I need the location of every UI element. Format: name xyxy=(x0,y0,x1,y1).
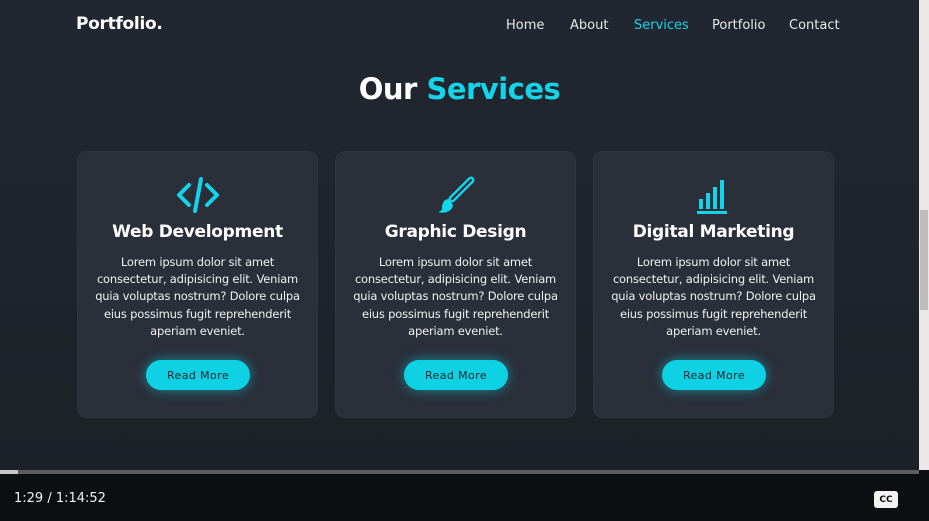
closed-captions-button[interactable]: CC xyxy=(874,491,898,508)
code-icon xyxy=(77,175,318,215)
service-card-digital-marketing: Digital Marketing Lorem ipsum dolor sit … xyxy=(593,151,834,418)
video-time-display: 1:29 / 1:14:52 xyxy=(14,491,106,506)
heading-accent: Services xyxy=(426,72,561,106)
section-heading: Our Services xyxy=(0,72,919,106)
bar-chart-icon xyxy=(593,175,834,215)
page-scrollbar[interactable] xyxy=(919,0,929,470)
card-title: Graphic Design xyxy=(384,222,527,242)
heading-plain: Our xyxy=(358,72,418,106)
card-description: Lorem ipsum dolor sit amet consectetur, … xyxy=(95,255,300,338)
nav-services[interactable]: Services xyxy=(634,18,689,33)
video-progress-fill xyxy=(0,470,19,474)
service-card-web-development: Web Development Lorem ipsum dolor sit am… xyxy=(77,151,318,418)
read-more-button[interactable]: Read More xyxy=(404,360,508,390)
video-progress-bar[interactable] xyxy=(0,470,919,474)
scrollbar-thumb[interactable] xyxy=(920,210,928,310)
card-title: Digital Marketing xyxy=(632,222,795,242)
webpage-viewport: Portfolio. Home About Services Portfolio… xyxy=(0,0,919,470)
nav-home[interactable]: Home xyxy=(506,18,544,33)
card-description: Lorem ipsum dolor sit amet consectetur, … xyxy=(353,255,558,338)
read-more-button[interactable]: Read More xyxy=(662,360,766,390)
nav-contact[interactable]: Contact xyxy=(789,18,840,33)
video-player-controls: 1:29 / 1:14:52 CC xyxy=(0,470,929,521)
service-card-graphic-design: Graphic Design Lorem ipsum dolor sit ame… xyxy=(335,151,576,418)
card-title: Web Development xyxy=(112,222,283,242)
card-description: Lorem ipsum dolor sit amet consectetur, … xyxy=(611,255,816,338)
site-header: Portfolio. Home About Services Portfolio… xyxy=(0,0,919,52)
paintbrush-icon xyxy=(335,175,576,215)
read-more-button[interactable]: Read More xyxy=(146,360,250,390)
main-nav: Home About Services Portfolio Contact xyxy=(0,18,919,38)
nav-about[interactable]: About xyxy=(570,18,608,33)
nav-portfolio[interactable]: Portfolio xyxy=(712,18,765,33)
